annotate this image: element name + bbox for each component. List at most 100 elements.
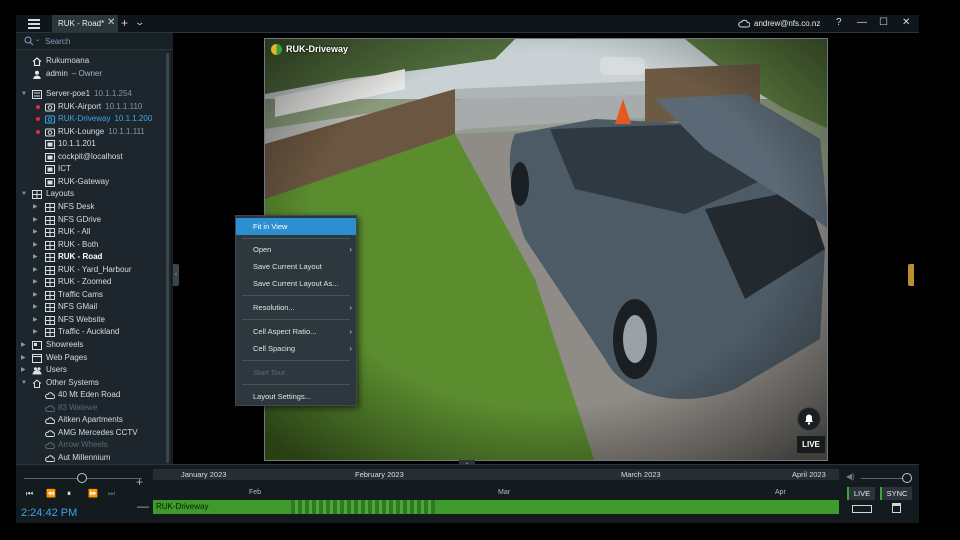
expand-arrow-icon[interactable]: ▶ [33, 239, 38, 252]
collapse-sidebar-handle[interactable]: ‹ [173, 264, 179, 286]
tree-device[interactable]: RUK-Gateway [16, 176, 168, 189]
tab-ruk-road[interactable]: RUK - Road* ✕ [52, 15, 118, 33]
zoom-out-button[interactable]: — [137, 499, 149, 513]
menu-save-layout[interactable]: Save Current Layout [236, 258, 356, 275]
tree-layout-item[interactable]: ▶ RUK - Zoomed [16, 276, 168, 289]
tree-camera-lounge[interactable]: RUK-Lounge 10.1.1.111 [16, 126, 168, 139]
tree-layout-item[interactable]: ▶ Traffic - Auckland [16, 326, 168, 339]
tick-label: Apr [775, 489, 786, 496]
menu-cell-spacing[interactable]: Cell Spacing › [236, 340, 356, 357]
tree-layout-item[interactable]: ▶ NFS GMail [16, 301, 168, 314]
camera-status-logo-icon [271, 44, 282, 55]
sidebar-scrollbar[interactable] [166, 53, 169, 463]
skip-back-button[interactable]: ⏮ [26, 489, 33, 499]
expand-arrow-icon[interactable]: ▶ [33, 314, 38, 327]
hamburger-menu-icon[interactable] [28, 19, 40, 29]
device-label: 10.1.1.201 [58, 139, 96, 149]
tree-camera-driveway[interactable]: RUK-Driveway 10.1.1.200 [16, 113, 168, 126]
tree-other-systems[interactable]: ▼ Other Systems [16, 377, 168, 390]
tree-system-item[interactable]: Arrow Wheels [16, 439, 168, 452]
expand-arrow-icon[interactable]: ▶ [33, 226, 38, 239]
sync-button[interactable]: SYNC [880, 487, 912, 500]
expand-arrow-icon[interactable]: ▶ [33, 264, 38, 277]
tree-device[interactable]: ICT [16, 163, 168, 176]
maximize-button[interactable]: ☐ [879, 17, 888, 28]
camera-recording-track[interactable]: RUK-Driveway [153, 500, 839, 514]
tree-layout-item[interactable]: ▶ RUK - Road [16, 251, 168, 264]
tree-system-item[interactable]: 83 Walewe [16, 402, 168, 415]
add-tab-button[interactable]: + [121, 16, 128, 30]
tree-server[interactable]: ▼ Server-poe1 10.1.1.254 [16, 88, 168, 101]
help-button[interactable]: ? [836, 17, 842, 28]
expand-arrow-icon[interactable]: ▶ [33, 276, 38, 289]
timeline-month-bar[interactable]: January 2023 February 2023 March 2023 Ap… [153, 469, 839, 480]
speed-slider-knob[interactable] [77, 473, 87, 483]
menu-open[interactable]: Open › [236, 241, 356, 258]
tree-layout-item[interactable]: ▶ NFS Desk [16, 201, 168, 214]
tree-system-item[interactable]: 40 Mt Eden Road [16, 389, 168, 402]
expand-arrow-icon[interactable]: ▶ [21, 339, 26, 352]
submenu-chevron-icon: › [349, 344, 352, 353]
tab-list-chevron-icon[interactable]: ⌄ [134, 17, 145, 28]
tree-layout-item[interactable]: ▶ RUK - Both [16, 239, 168, 252]
expand-arrow-icon[interactable]: ▶ [33, 251, 38, 264]
tree-device[interactable]: cockpit@localhost [16, 151, 168, 164]
tree-layout-item[interactable]: ▶ RUK - All [16, 226, 168, 239]
tree-layout-item[interactable]: ▶ Traffic Cams [16, 289, 168, 302]
zoom-in-button[interactable]: + [136, 475, 143, 489]
tree-camera-airport[interactable]: RUK-Airport 10.1.1.110 [16, 101, 168, 114]
expand-arrow-icon[interactable]: ▶ [33, 326, 38, 339]
calendar-icon[interactable] [892, 503, 901, 513]
camera-ip: 10.1.1.111 [108, 126, 145, 136]
minimize-button[interactable]: — [857, 17, 867, 28]
tree-layouts[interactable]: ▼ Layouts [16, 188, 168, 201]
alarm-bell-button[interactable] [797, 407, 821, 431]
tree-web-pages[interactable]: ▶ Web Pages [16, 352, 168, 365]
tree-layout-item[interactable]: ▶ NFS GDrive [16, 214, 168, 227]
expand-arrow-icon[interactable]: ▶ [33, 201, 38, 214]
volume-icon[interactable]: ◀) [846, 472, 855, 481]
tree-users[interactable]: ▶ Users [16, 364, 168, 377]
expand-arrow-icon[interactable]: ▶ [33, 289, 38, 302]
menu-resolution[interactable]: Resolution... › [236, 299, 356, 316]
menu-cell-aspect-ratio[interactable]: Cell Aspect Ratio... › [236, 323, 356, 340]
layout-label: NFS GMail [58, 302, 98, 312]
layout-icon [45, 203, 55, 213]
search-icon[interactable] [24, 36, 34, 46]
thumbnails-grid-icon[interactable] [852, 505, 872, 513]
expand-arrow-icon[interactable]: ▶ [33, 301, 38, 314]
tree-system-item[interactable]: Aut Millennium [16, 452, 168, 465]
tree-layout-item[interactable]: ▶ RUK - Yard_Harbour [16, 264, 168, 277]
tree-system-item[interactable]: AMG Mercedes CCTV [16, 427, 168, 440]
live-button[interactable]: LIVE [847, 487, 875, 500]
collapse-right-panel-handle[interactable] [908, 264, 914, 286]
expand-arrow-icon[interactable]: ▼ [21, 88, 27, 101]
user-account[interactable]: andrew@nfs.co.nz [754, 19, 820, 28]
rewind-button[interactable]: ⏪ [46, 489, 56, 498]
tree-site[interactable]: Rukumoana [16, 55, 168, 68]
search-input[interactable] [45, 35, 165, 48]
tab-close-icon[interactable]: ✕ [107, 17, 115, 28]
menu-layout-settings[interactable]: Layout Settings... [236, 388, 356, 405]
expand-arrow-icon[interactable]: ▼ [21, 377, 27, 390]
expand-arrow-icon[interactable]: ▶ [21, 364, 26, 377]
submenu-chevron-icon: › [349, 327, 352, 336]
expand-arrow-icon[interactable]: ▶ [33, 214, 38, 227]
tree-showreels[interactable]: ▶ Showreels [16, 339, 168, 352]
resource-tree: Rukumoana admin – Owner ▼ Server-poe1 10.1… [16, 55, 168, 465]
menu-save-layout-as[interactable]: Save Current Layout As... [236, 275, 356, 292]
menu-item-label: Save Current Layout [253, 262, 322, 271]
search-dropdown-chevron-icon[interactable]: ⌄ [35, 36, 40, 43]
tree-system-item[interactable]: Aitken Apartments [16, 414, 168, 427]
tree-user[interactable]: admin – Owner [16, 68, 168, 81]
pause-button[interactable]: ⏸ [67, 489, 71, 499]
close-button[interactable]: ✕ [902, 17, 910, 28]
volume-slider-knob[interactable] [902, 473, 912, 483]
server-ip: 10.1.1.254 [94, 89, 132, 99]
layout-icon [45, 265, 55, 275]
menu-fit-in-view[interactable]: Fit in View [236, 218, 356, 235]
tree-layout-item[interactable]: ▶ NFS Website [16, 314, 168, 327]
expand-arrow-icon[interactable]: ▶ [21, 352, 26, 365]
tree-device[interactable]: 10.1.1.201 [16, 138, 168, 151]
expand-arrow-icon[interactable]: ▼ [21, 188, 27, 201]
